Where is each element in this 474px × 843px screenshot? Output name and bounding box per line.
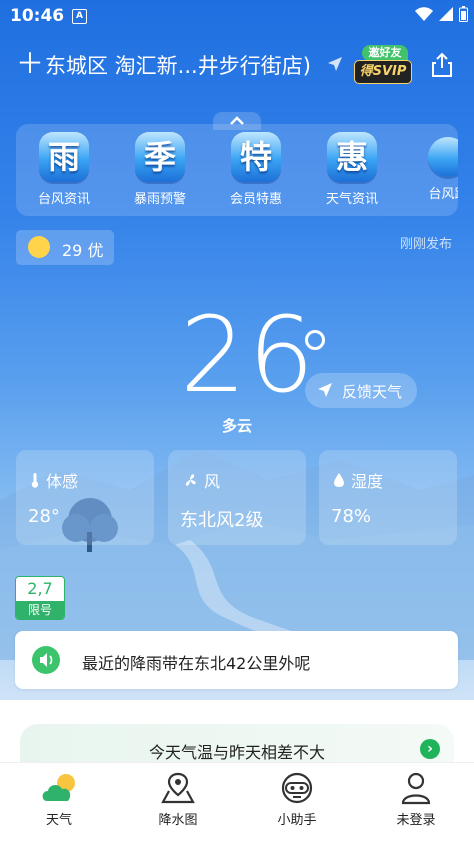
rain-char-icon: 雨 (39, 132, 89, 182)
season-char-icon: 季 (135, 132, 185, 182)
input-method-icon: A (72, 9, 87, 24)
aqi-value: 29 优 (62, 241, 104, 260)
tab-weather[interactable]: 天气 (9, 771, 109, 828)
service-shortcuts: 雨 台风资讯 季 暴雨预警 特 会员特惠 惠 天气资讯 台风路 (16, 124, 458, 216)
share-icon[interactable] (430, 52, 454, 78)
service-weather-news[interactable]: 惠 天气资讯 (312, 132, 392, 207)
header-bar: ＋ 东城区 淘汇新...井步行街店) 邀好友 得SVIP (0, 40, 474, 90)
wifi-icon (415, 7, 433, 21)
droplet-icon (334, 473, 344, 487)
vip-invite-label: 邀好友 (362, 45, 408, 61)
wind-card[interactable]: 风 东北风2级 (168, 450, 306, 545)
traffic-restriction-badge[interactable]: 2,7 限号 (15, 576, 65, 620)
current-temperature: 26 (180, 294, 317, 416)
thermometer-icon (31, 473, 39, 488)
rain-notice-banner[interactable]: 最近的降雨带在东北42公里外呢 (15, 631, 458, 689)
feedback-weather-button[interactable]: 反馈天气 (305, 373, 417, 408)
feels-like-card[interactable]: 体感 28° (16, 450, 154, 545)
publish-time: 刚刚发布 (399, 237, 452, 252)
invite-vip-badge[interactable]: 邀好友 得SVIP (354, 45, 412, 85)
card-title: 湿度 (351, 472, 384, 491)
restriction-label: 限号 (16, 601, 64, 619)
service-label: 会员特惠 (229, 192, 282, 207)
bottom-tab-bar: 天气 降水图 小助手 未登录 (0, 762, 474, 843)
restricted-numbers: 2,7 (27, 579, 53, 598)
weather-icon (42, 774, 75, 801)
card-value: 78% (331, 506, 372, 527)
chevron-right-icon: › (420, 739, 440, 759)
signal-icon (439, 7, 453, 21)
battery-icon (459, 6, 468, 22)
card-title: 体感 (46, 472, 79, 491)
service-typhoon-path[interactable]: 台风路 (408, 132, 458, 202)
location-arrow-icon (328, 57, 342, 71)
status-bar: 10:46 A (0, 0, 474, 34)
tip-text: 今天气温与昨天相差不大 (148, 743, 325, 762)
vip-reward-label: 得SVIP (354, 60, 412, 84)
user-icon (401, 772, 431, 805)
card-title: 风 (204, 472, 221, 491)
location-name[interactable]: 东城区 淘汇新...井步行街店) (45, 50, 311, 80)
feedback-label: 反馈天气 (342, 383, 403, 401)
status-time: 10:46 (10, 6, 65, 26)
special-char-icon: 特 (231, 132, 281, 182)
service-label: 台风路 (428, 187, 458, 202)
service-label: 暴雨预警 (133, 192, 186, 207)
service-typhoon-news[interactable]: 雨 台风资讯 (24, 132, 104, 207)
typhoon-icon (428, 137, 458, 177)
service-member-deals[interactable]: 特 会员特惠 (216, 132, 296, 207)
tab-profile[interactable]: 未登录 (366, 771, 466, 828)
service-label: 天气资讯 (325, 192, 378, 207)
fan-icon (185, 474, 196, 486)
tab-label: 小助手 (277, 813, 317, 828)
humidity-card[interactable]: 湿度 78% (319, 450, 457, 545)
service-label: 台风资讯 (37, 192, 90, 207)
card-value: 东北风2级 (180, 510, 264, 531)
map-pin-icon (161, 772, 195, 804)
degree-symbol (305, 330, 325, 350)
weather-condition: 多云 (222, 417, 253, 435)
add-city-icon[interactable]: ＋ (16, 50, 44, 78)
discount-char-icon: 惠 (327, 132, 377, 182)
paper-plane-icon (318, 383, 332, 397)
tab-label: 降水图 (158, 813, 198, 828)
tab-precipitation-map[interactable]: 降水图 (128, 771, 228, 828)
tab-assistant[interactable]: 小助手 (247, 771, 347, 828)
tab-label: 未登录 (396, 813, 436, 828)
service-rainstorm-warning[interactable]: 季 暴雨预警 (120, 132, 200, 207)
air-quality-chip[interactable]: 29 优 (16, 230, 114, 265)
assistant-icon (281, 772, 313, 804)
smiley-face-icon (28, 236, 50, 258)
speaker-icon (32, 646, 60, 674)
card-value: 28° (28, 506, 60, 527)
tab-label: 天气 (45, 813, 72, 828)
rain-notice-text: 最近的降雨带在东北42公里外呢 (82, 654, 311, 673)
